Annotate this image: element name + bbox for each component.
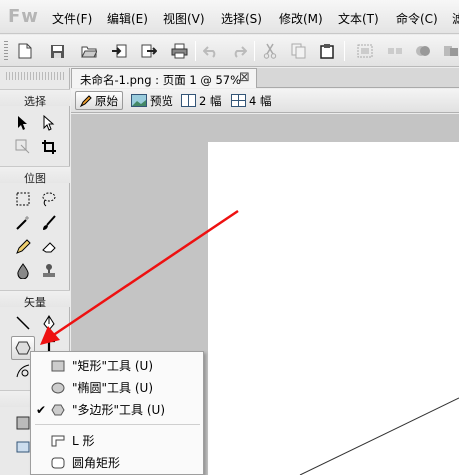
red-arrow-shaft xyxy=(51,209,239,338)
rectangle-tool-icon xyxy=(50,359,66,373)
rectangle-tool-label: "矩形"工具 (U) xyxy=(72,359,154,373)
menu-separator xyxy=(35,424,200,425)
polygon-tool-icon xyxy=(50,403,66,417)
shape-tool-flyout: "矩形"工具 (U) "椭圆"工具 (U) ✔ "多边形"工具 (U) L 形 … xyxy=(30,351,204,475)
ellipse-tool-item[interactable]: "椭圆"工具 (U) xyxy=(32,377,202,398)
red-arrow-head xyxy=(40,326,60,345)
rounded-rect-label: 圆角矩形 xyxy=(72,456,121,470)
ellipse-tool-icon xyxy=(50,381,66,395)
l-shape-icon xyxy=(50,434,66,448)
polygon-tool-label: "多边形"工具 (U) xyxy=(72,403,166,417)
l-shape-item[interactable]: L 形 xyxy=(32,430,202,451)
polygon-tool-item[interactable]: ✔ "多边形"工具 (U) xyxy=(32,399,202,420)
rectangle-tool-item[interactable]: "矩形"工具 (U) xyxy=(32,355,202,376)
canvas-polygon-edge xyxy=(299,397,459,475)
check-mark-icon: ✔ xyxy=(35,402,47,417)
ellipse-tool-label: "椭圆"工具 (U) xyxy=(72,381,154,395)
rounded-rect-item[interactable]: 圆角矩形 xyxy=(32,452,202,473)
l-shape-label: L 形 xyxy=(72,434,95,448)
rounded-rect-icon xyxy=(50,456,66,470)
